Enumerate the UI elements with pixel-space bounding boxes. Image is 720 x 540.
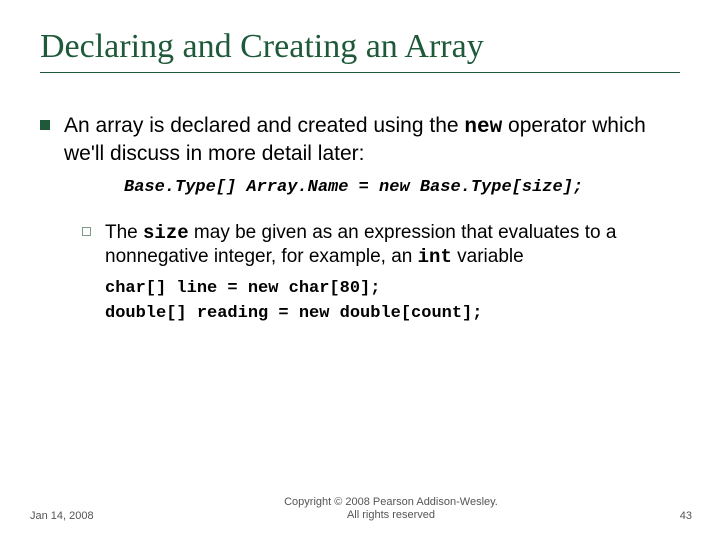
footer-date: Jan 14, 2008 [30, 510, 130, 522]
keyword-new: new [464, 116, 502, 139]
footer-page-number: 43 [652, 510, 692, 522]
slide-footer: Jan 14, 2008 Copyright © 2008 Pearson Ad… [0, 496, 720, 522]
sub-text-c: variable [452, 246, 524, 267]
sub-paragraph: The size may be given as an expression t… [105, 221, 690, 327]
code-line-2: double[] reading = new double[count]; [105, 301, 690, 327]
hollow-square-bullet-icon [82, 227, 91, 236]
square-bullet-icon [40, 120, 50, 130]
copyright-line2: All rights reserved [347, 509, 435, 521]
keyword-size: size [143, 222, 189, 244]
code-examples: char[] line = new char[80]; double[] rea… [105, 276, 690, 327]
sub-bullet-block: The size may be given as an expression t… [82, 221, 690, 327]
footer-copyright: Copyright © 2008 Pearson Addison-Wesley.… [130, 496, 652, 522]
sub-text-a: The [105, 222, 143, 243]
syntax-line: Base.Type[] Array.Name = new Base.Type[s… [124, 178, 690, 197]
slide-title: Declaring and Creating an Array [40, 28, 690, 66]
copyright-line1: Copyright © 2008 Pearson Addison-Wesley. [284, 496, 498, 508]
main-text-1: An array is declared and created using t… [64, 114, 464, 137]
code-line-1: char[] line = new char[80]; [105, 276, 690, 302]
title-underline [40, 72, 680, 73]
bullet-level1: An array is declared and created using t… [40, 113, 690, 168]
keyword-int: int [418, 246, 452, 268]
main-paragraph: An array is declared and created using t… [64, 113, 690, 168]
